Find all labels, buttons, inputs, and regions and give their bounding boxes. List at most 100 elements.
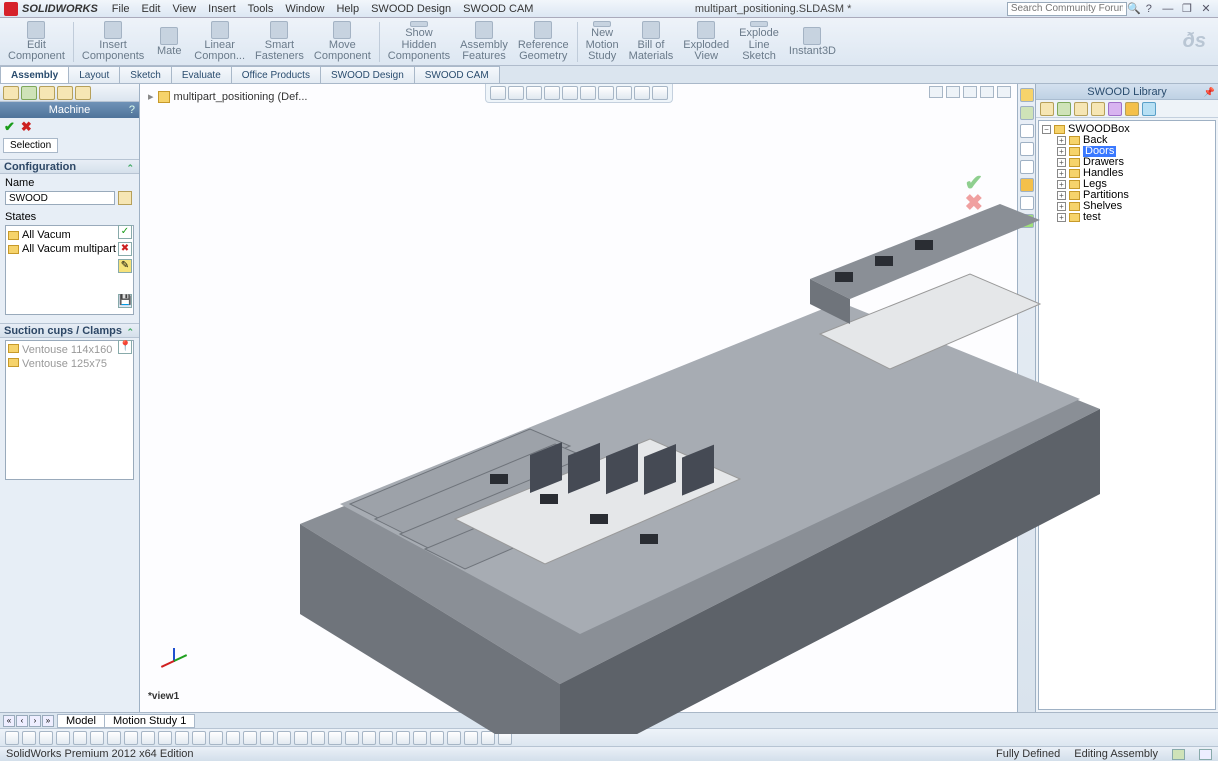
tree-item[interactable]: +Doors [1042,146,1212,157]
ribbon-motion-study[interactable]: NewMotionStudy [582,20,623,64]
ribbon-smart-fasteners[interactable]: SmartFasteners [251,20,308,64]
group-clamps[interactable]: Suction cups / Clamps⌃ [0,323,139,338]
lib-tool-icon[interactable] [1091,102,1105,116]
hide-show-icon[interactable] [598,86,614,100]
tool-icon[interactable] [56,731,70,745]
ribbon-assembly-features[interactable]: AssemblyFeatures [456,20,512,64]
section-view-icon[interactable] [544,86,560,100]
menu-insert[interactable]: Insert [202,3,242,15]
taskpane-library-icon[interactable] [1020,106,1034,120]
vp-icon[interactable] [946,86,960,98]
clamps-list[interactable]: Ventouse 114x160 Ventouse 125x75 [5,340,134,480]
viewport[interactable]: ▸ multipart_positioning (Def... ✔ ✖ [140,84,1018,712]
menu-view[interactable]: View [166,3,202,15]
menu-swood-cam[interactable]: SWOOD CAM [457,3,539,15]
expand-icon[interactable]: − [1042,125,1051,134]
vp-icon[interactable] [980,86,994,98]
taskpane-home-icon[interactable] [1020,88,1034,102]
group-configuration[interactable]: Configuration⌃ [0,159,139,174]
minimize-icon[interactable]: — [1160,3,1176,15]
tool-icon[interactable] [243,731,257,745]
ribbon-mate[interactable]: Mate [150,20,188,64]
search-icon[interactable]: 🔍 [1127,2,1141,15]
menu-help[interactable]: Help [330,3,365,15]
help-icon[interactable]: ? [1141,3,1157,15]
tool-icon[interactable] [107,731,121,745]
tree-item[interactable]: +Drawers [1042,157,1212,168]
tab-office-products[interactable]: Office Products [231,66,321,83]
zoom-fit-icon[interactable] [490,86,506,100]
tool-icon[interactable] [90,731,104,745]
apply-scene-icon[interactable] [634,86,650,100]
lib-tool-icon[interactable] [1040,102,1054,116]
first-tab-icon[interactable]: « [3,715,15,727]
vp-icon[interactable] [997,86,1011,98]
vp-icon[interactable] [963,86,977,98]
display-style-icon[interactable] [580,86,596,100]
orientation-triad[interactable] [160,644,190,674]
view-settings-icon[interactable] [652,86,668,100]
tree-root[interactable]: − SWOODBox [1042,124,1212,135]
tool-icon[interactable] [5,731,19,745]
tab-model[interactable]: Model [57,714,105,728]
ribbon-linear-pattern[interactable]: LinearCompon... [190,20,249,64]
lib-tool-icon[interactable] [1142,102,1156,116]
tab-evaluate[interactable]: Evaluate [171,66,232,83]
delete-icon[interactable]: ✖ [118,242,132,256]
tool-icon[interactable] [124,731,138,745]
expand-icon[interactable]: + [1057,158,1066,167]
ribbon-exploded-view[interactable]: ExplodedView [679,20,733,64]
tool-icon[interactable] [260,731,274,745]
lib-tool-icon[interactable] [1057,102,1071,116]
taskpane-explorer-icon[interactable] [1020,124,1034,138]
pin-icon[interactable]: 📍 [118,340,132,354]
maximize-icon[interactable]: ❐ [1179,2,1195,15]
help-icon[interactable]: ? [129,102,135,118]
lib-tool-icon[interactable] [1125,102,1139,116]
previous-view-icon[interactable] [526,86,542,100]
tab-swood-design[interactable]: SWOOD Design [320,66,415,83]
edit-appearance-icon[interactable] [616,86,632,100]
check-icon[interactable]: ✓ [118,225,132,239]
ribbon-edit-component[interactable]: EditComponent [4,20,69,64]
ribbon-reference-geometry[interactable]: ReferenceGeometry [514,20,573,64]
pin-icon[interactable]: 📌 [1204,84,1215,100]
menu-window[interactable]: Window [279,3,330,15]
taskpane-view-icon[interactable] [1020,160,1034,174]
tab-layout[interactable]: Layout [68,66,120,83]
menu-swood-design[interactable]: SWOOD Design [365,3,457,15]
lib-tool-icon[interactable] [1108,102,1122,116]
ribbon-insert-components[interactable]: InsertComponents [78,20,148,64]
tool-icon[interactable] [226,731,240,745]
configuration-manager-icon[interactable] [39,86,55,100]
next-tab-icon[interactable]: › [29,715,41,727]
edit-icon[interactable]: ✎ [118,259,132,273]
menu-edit[interactable]: Edit [136,3,167,15]
feature-tree-icon[interactable] [3,86,19,100]
ribbon-bom[interactable]: Bill ofMaterials [625,20,678,64]
menu-tools[interactable]: Tools [242,3,280,15]
tab-sketch[interactable]: Sketch [119,66,172,83]
tool-icon[interactable] [175,731,189,745]
ok-button[interactable]: ✔ [4,119,15,135]
close-icon[interactable]: ✕ [1198,2,1214,15]
tool-icon[interactable] [158,731,172,745]
ribbon-explode-line-sketch[interactable]: ExplodeLineSketch [735,20,783,64]
pm-tab-selection[interactable]: Selection [3,138,58,153]
ribbon-show-hidden[interactable]: ShowHiddenComponents [384,20,454,64]
tab-assembly[interactable]: Assembly [0,66,69,83]
browse-icon[interactable] [118,191,132,205]
taskpane-search-icon[interactable] [1020,142,1034,156]
expand-icon[interactable]: + [1057,147,1066,156]
tab-motion-study[interactable]: Motion Study 1 [104,714,195,728]
last-tab-icon[interactable]: » [42,715,54,727]
property-manager-icon[interactable] [21,86,37,100]
dimxpert-icon[interactable] [57,86,73,100]
tool-icon[interactable] [39,731,53,745]
lib-tool-icon[interactable] [1074,102,1088,116]
view-orientation-icon[interactable] [562,86,578,100]
ribbon-move-component[interactable]: MoveComponent [310,20,375,64]
save-icon[interactable]: 💾 [118,294,132,308]
search-input[interactable] [1007,2,1127,16]
vp-icon[interactable] [929,86,943,98]
